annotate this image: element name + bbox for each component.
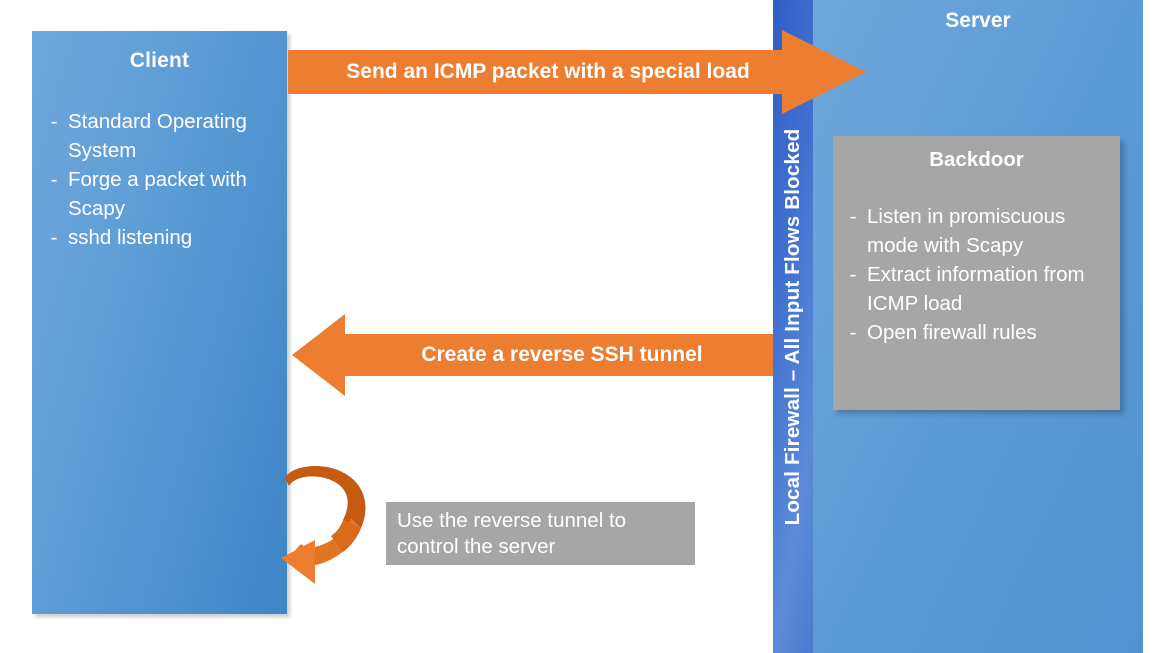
backdoor-bullet-0: Listen in promiscuous mode with Scapy [867,205,1066,257]
backdoor-bullet-1: Extract information from ICMP load [867,263,1085,315]
client-bullet-1: Forge a packet with Scapy [68,168,247,220]
bullet-dash-icon: - [849,263,857,286]
list-item: - Extract information from ICMP load [839,260,1114,318]
arrow-send-icmp: Send an ICMP packet with a special load [288,30,866,114]
backdoor-box: Backdoor - Listen in promiscuous mode wi… [833,136,1120,410]
list-item: - sshd listening [40,223,281,252]
client-bullet-0: Standard Operating System [68,110,247,162]
list-item: - Standard Operating System [40,107,281,165]
client-panel: Client - Standard Operating System - For… [32,31,287,614]
callout-box: Use the reverse tunnel to control the se… [386,502,695,565]
arrow-reverse-ssh: Create a reverse SSH tunnel [292,314,773,396]
bullet-dash-icon: - [50,226,58,249]
backdoor-title: Backdoor [929,148,1024,171]
callout-text: Use the reverse tunnel to control the se… [397,508,627,558]
circular-loop-arrow-icon [281,465,366,584]
list-item: - Listen in promiscuous mode with Scapy [839,202,1114,260]
list-item: - Open firewall rules [839,318,1114,347]
backdoor-bullet-2: Open firewall rules [867,321,1037,344]
list-item: - Forge a packet with Scapy [40,165,281,223]
arrow-send-icmp-label: Send an ICMP packet with a special load [346,60,750,83]
diagram-canvas: Client - Standard Operating System - For… [0,0,1173,653]
bullet-dash-icon: - [849,205,857,228]
client-title: Client [129,49,190,72]
bullet-dash-icon: - [50,110,58,133]
firewall-label: Local Firewall – All Input Flows Blocked [781,128,804,525]
backdoor-bullet-list: - Listen in promiscuous mode with Scapy … [839,202,1114,347]
bullet-dash-icon: - [50,168,58,191]
loop-arrow [281,462,385,586]
arrow-reverse-ssh-label: Create a reverse SSH tunnel [421,343,703,366]
bullet-dash-icon: - [849,321,857,344]
client-bullet-list: - Standard Operating System - Forge a pa… [40,107,281,252]
client-bullet-2: sshd listening [68,226,193,249]
